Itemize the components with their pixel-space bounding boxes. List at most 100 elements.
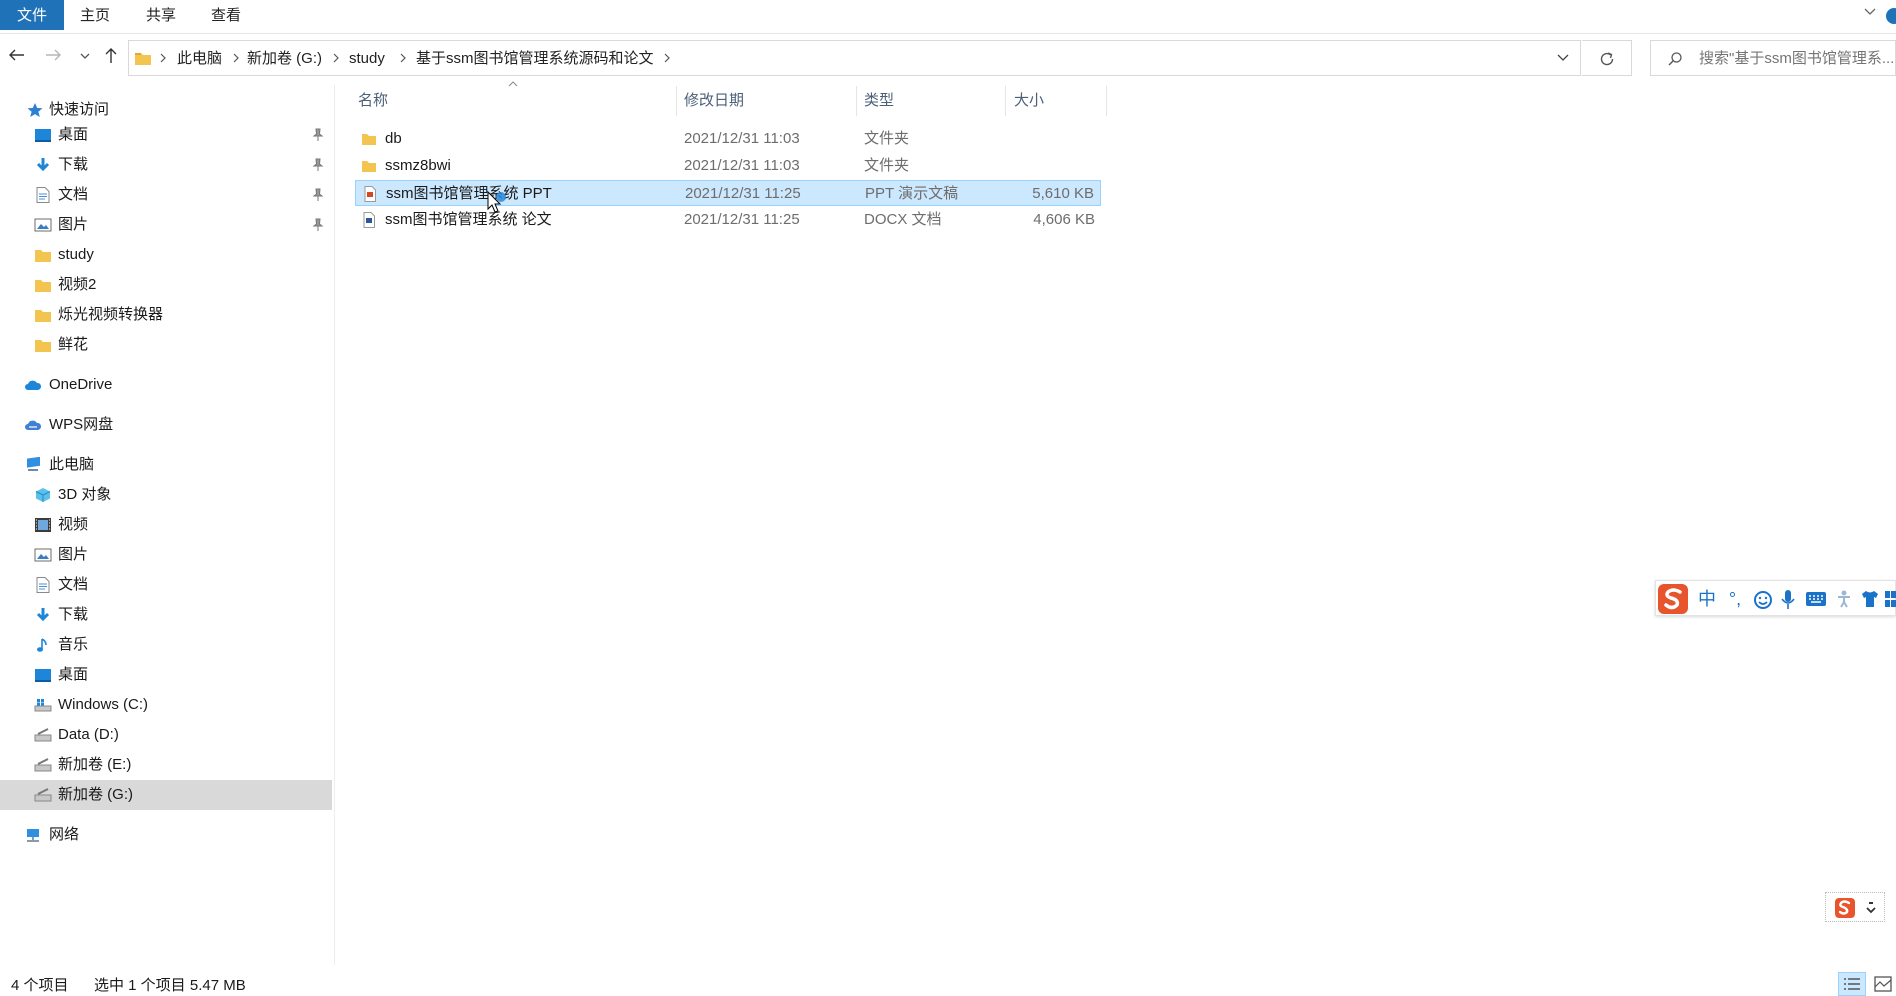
ime-toolbar[interactable]: 中 °,: [1655, 580, 1896, 616]
up-button[interactable]: [100, 44, 124, 72]
column-header-date[interactable]: 修改日期: [684, 86, 744, 116]
column-divider[interactable]: [676, 86, 677, 116]
keyboard-icon[interactable]: [1805, 591, 1827, 607]
emoji-icon[interactable]: [1753, 590, 1773, 610]
picture-icon: [34, 218, 52, 232]
address-history-chevron-icon[interactable]: [1556, 53, 1570, 63]
sidebar-item-flowers[interactable]: 鲜花: [0, 330, 332, 360]
sidebar-item-video2[interactable]: 视频2: [0, 270, 332, 300]
drive-icon: [34, 758, 52, 772]
microphone-icon[interactable]: [1780, 589, 1796, 611]
docx-file-icon: [363, 212, 375, 228]
sidebar-item-label: Windows (C:): [58, 696, 149, 713]
sidebar-item-label: 鲜花: [58, 336, 89, 353]
sogou-mini-logo-icon: [1835, 898, 1855, 918]
details-view-icon[interactable]: [1838, 972, 1866, 996]
file-name: ssm图书馆管理系统 论文: [385, 211, 552, 228]
sogou-logo-icon[interactable]: [1656, 581, 1692, 617]
sidebar-item-documents-pc[interactable]: 文档: [0, 570, 332, 600]
sidebar-item-downloads[interactable]: 下载: [0, 150, 332, 180]
breadcrumb-study[interactable]: study: [349, 41, 385, 75]
sidebar-onedrive[interactable]: OneDrive: [0, 370, 332, 400]
sidebar-item-drive-g[interactable]: 新加卷 (G:): [0, 780, 332, 810]
file-row-selected[interactable]: ssm图书馆管理系统 PPT 2021/12/31 11:25 PPT 演示文稿…: [355, 180, 1101, 206]
tab-file[interactable]: 文件: [0, 0, 64, 30]
sidebar-item-pictures-pc[interactable]: 图片: [0, 540, 332, 570]
sidebar-network[interactable]: 网络: [0, 820, 332, 850]
file-type: PPT 演示文稿: [865, 185, 959, 202]
view-switcher: [1838, 972, 1896, 996]
sidebar-item-video-converter[interactable]: 烁光视频转换器: [0, 300, 332, 330]
breadcrumb-current-folder[interactable]: 基于ssm图书馆管理系统源码和论文: [416, 41, 654, 75]
pane-divider[interactable]: [334, 85, 335, 965]
column-divider[interactable]: [1005, 86, 1006, 116]
column-header-size[interactable]: 大小: [1014, 86, 1044, 116]
ime-mini-status[interactable]: [1825, 892, 1885, 922]
sidebar-item-drive-d[interactable]: Data (D:): [0, 720, 332, 750]
sidebar-item-3d-objects[interactable]: 3D 对象: [0, 480, 332, 510]
drive-icon: [34, 788, 52, 802]
sidebar-item-desktop-pc[interactable]: 桌面: [0, 660, 332, 690]
ime-mode-toggle[interactable]: 中: [1696, 588, 1718, 610]
file-row[interactable]: db 2021/12/31 11:03 文件夹: [355, 126, 1101, 152]
forward-button[interactable]: [42, 44, 66, 72]
folder-icon: [35, 250, 51, 262]
sidebar-item-drive-e[interactable]: 新加卷 (E:): [0, 750, 332, 780]
recent-locations-button[interactable]: [78, 44, 94, 72]
large-icons-view-icon[interactable]: [1870, 972, 1896, 996]
column-header-name[interactable]: 名称: [358, 86, 388, 116]
column-header-type[interactable]: 类型: [864, 86, 894, 116]
accessibility-icon[interactable]: [1834, 589, 1854, 609]
sidebar-this-pc[interactable]: 此电脑: [0, 450, 332, 480]
address-bar[interactable]: 此电脑 新加卷 (G:) study 基于ssm图书馆管理系统源码和论文: [128, 40, 1581, 76]
file-row[interactable]: ssmz8bwi 2021/12/31 11:03 文件夹: [355, 153, 1101, 179]
breadcrumb-drive-g[interactable]: 新加卷 (G:): [247, 41, 322, 75]
sidebar-item-label: 音乐: [58, 636, 89, 653]
tab-view[interactable]: 查看: [201, 0, 251, 30]
sidebar-item-videos[interactable]: 视频: [0, 510, 332, 540]
file-type: 文件夹: [864, 130, 910, 147]
file-type: 文件夹: [864, 157, 910, 174]
sidebar-item-study[interactable]: study: [0, 240, 332, 270]
sidebar-item-downloads-pc[interactable]: 下载: [0, 600, 332, 630]
folder-icon: [35, 280, 51, 292]
sidebar-item-label: 烁光视频转换器: [58, 306, 164, 323]
pin-icon[interactable]: [312, 128, 324, 142]
sidebar-item-documents[interactable]: 文档: [0, 180, 332, 210]
star-icon: [27, 103, 43, 117]
sidebar-wps-drive[interactable]: WPS网盘: [0, 410, 332, 440]
expand-ribbon-chevron-icon[interactable]: [1864, 6, 1876, 18]
back-button[interactable]: [6, 44, 30, 72]
chevron-right-icon: [333, 53, 339, 63]
ime-punctuation-toggle[interactable]: °,: [1722, 588, 1748, 610]
refresh-button[interactable]: [1582, 40, 1632, 76]
pin-icon[interactable]: [312, 218, 324, 232]
sidebar-item-label: 新加卷 (E:): [58, 756, 132, 773]
sidebar-item-pictures[interactable]: 图片: [0, 210, 332, 240]
folder-icon: [35, 310, 51, 322]
help-icon[interactable]: [1886, 8, 1896, 24]
search-input[interactable]: [1699, 41, 1895, 75]
tab-share[interactable]: 共享: [136, 0, 186, 30]
skin-shirt-icon[interactable]: [1860, 589, 1880, 609]
sidebar-item-label: 3D 对象: [58, 486, 112, 503]
refresh-icon: [1600, 52, 1614, 66]
file-date: 2021/12/31 11:25: [684, 211, 800, 228]
document-icon: [36, 577, 50, 593]
file-row[interactable]: ssm图书馆管理系统 论文 2021/12/31 11:25 DOCX 文档 4…: [355, 207, 1101, 233]
breadcrumb-this-pc[interactable]: 此电脑: [177, 41, 222, 75]
document-icon: [36, 187, 50, 203]
tab-home[interactable]: 主页: [70, 0, 120, 30]
folder-icon: [35, 340, 51, 352]
pin-icon[interactable]: [312, 158, 324, 172]
pin-icon[interactable]: [312, 188, 324, 202]
sidebar-item-drive-c[interactable]: Windows (C:): [0, 690, 332, 720]
column-divider[interactable]: [856, 86, 857, 116]
chevron-down-icon: [80, 53, 90, 59]
computer-icon: [27, 457, 40, 471]
sidebar-item-desktop[interactable]: 桌面: [0, 120, 332, 150]
toolbox-icon[interactable]: [1884, 590, 1896, 608]
column-divider[interactable]: [1106, 86, 1107, 116]
sidebar-item-music[interactable]: 音乐: [0, 630, 332, 660]
search-box[interactable]: [1650, 40, 1896, 76]
